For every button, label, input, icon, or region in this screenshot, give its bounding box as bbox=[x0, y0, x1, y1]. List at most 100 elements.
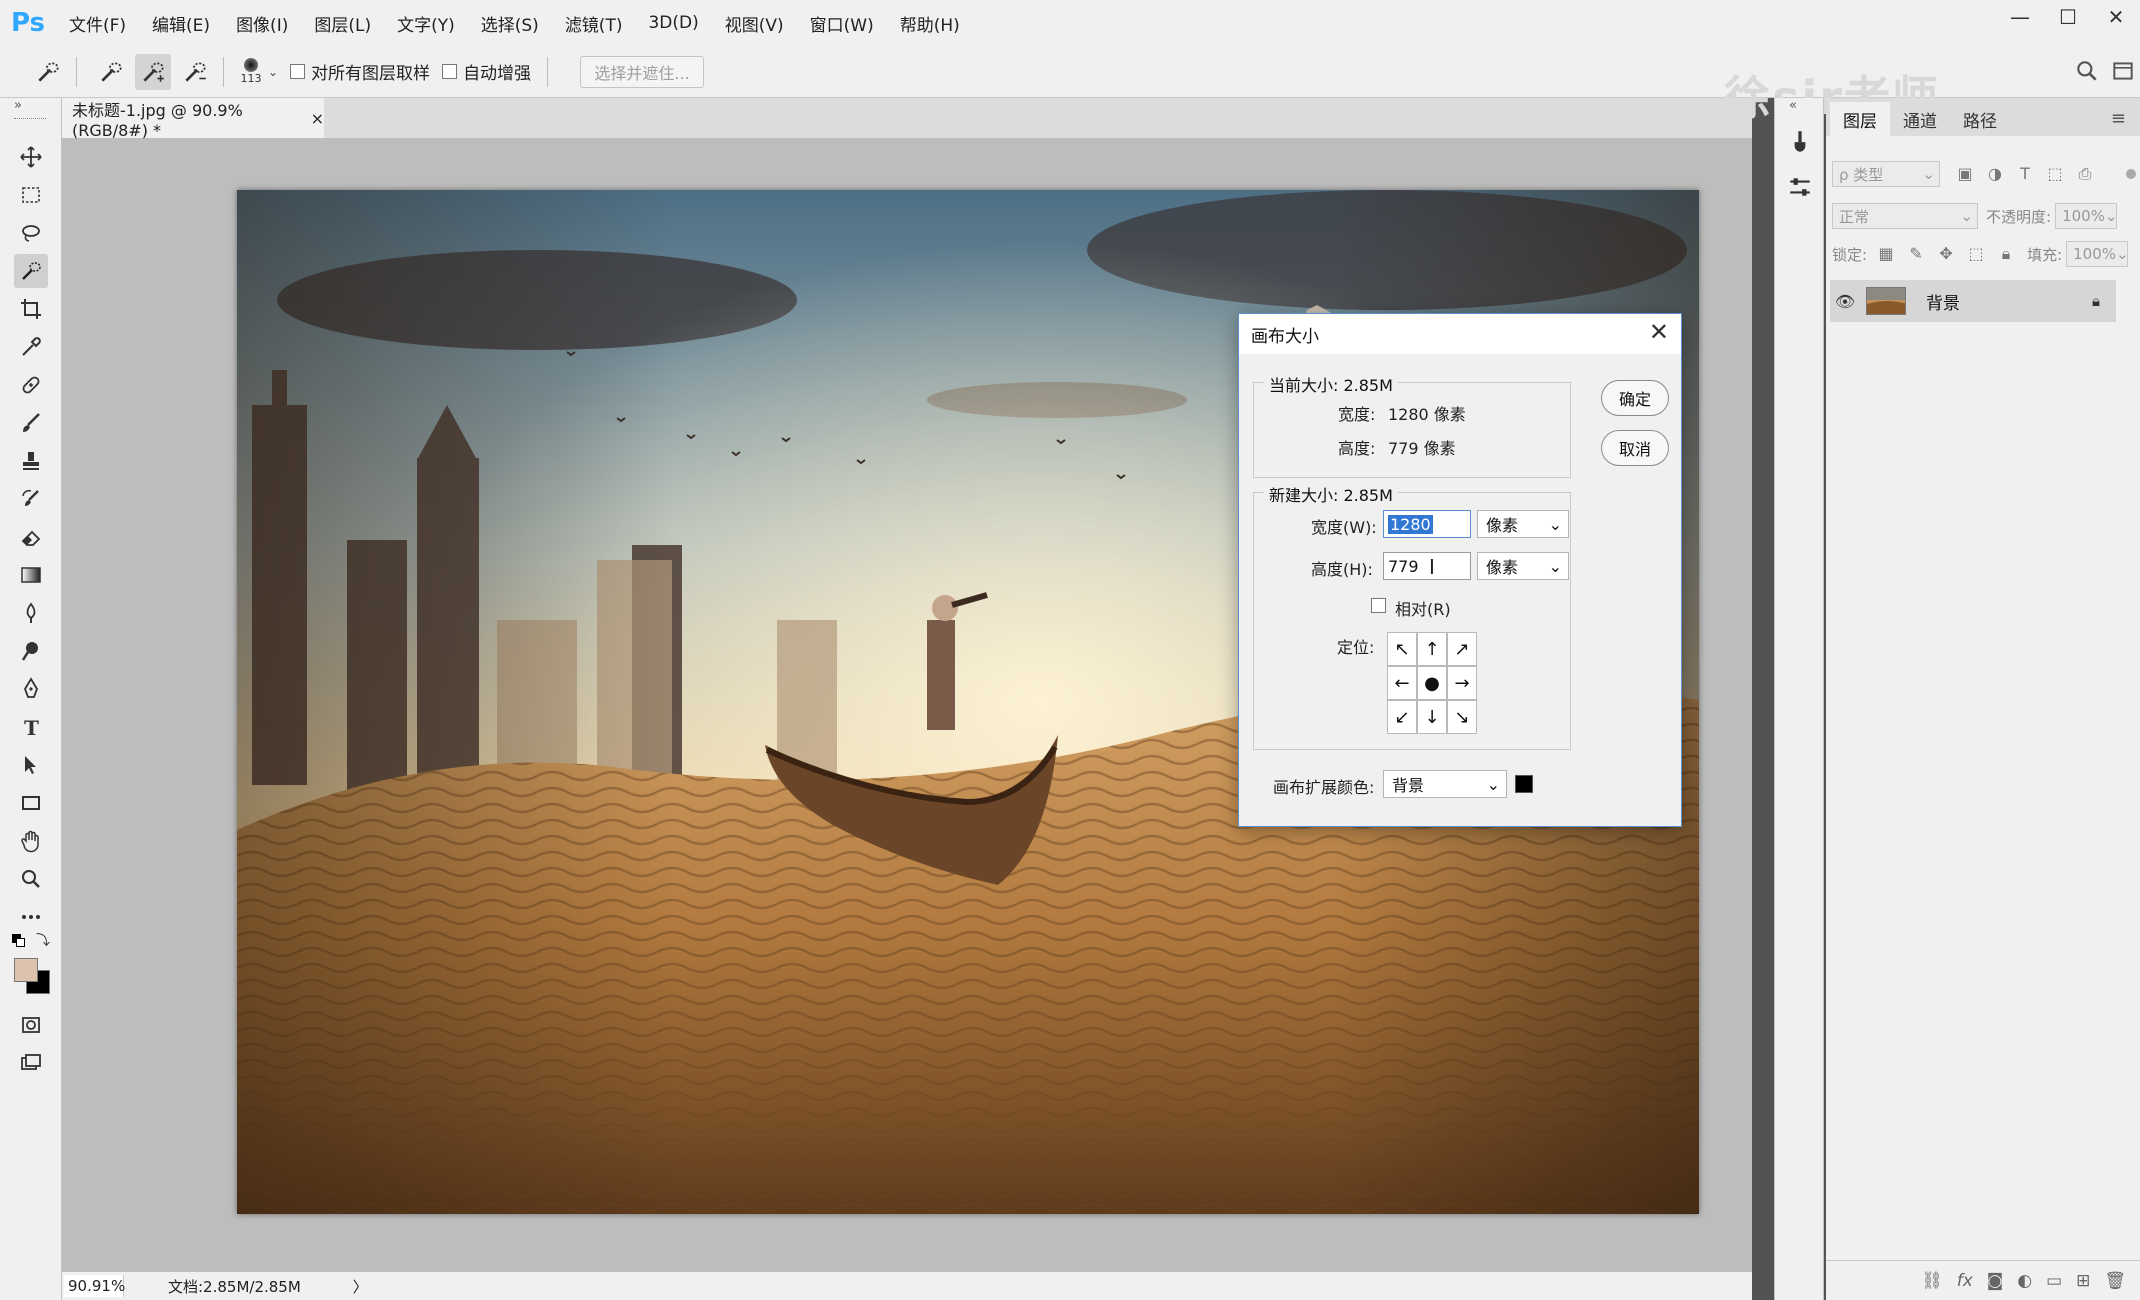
lock-artboard-icon[interactable]: ⬚ bbox=[1961, 244, 1991, 264]
anchor-center[interactable]: ● bbox=[1417, 666, 1447, 700]
anchor-bottom[interactable]: ↓ bbox=[1417, 700, 1447, 734]
tab-close-icon[interactable]: × bbox=[311, 109, 324, 128]
lasso-tool-icon[interactable] bbox=[14, 216, 48, 250]
link-layers-icon[interactable]: ⛓︎ bbox=[1921, 1271, 1943, 1291]
screen-mode-icon[interactable] bbox=[14, 1046, 48, 1080]
menu-help[interactable]: 帮助(H) bbox=[887, 0, 973, 46]
menu-image[interactable]: 图像(I) bbox=[223, 0, 301, 46]
close-icon[interactable]: ✕ bbox=[2092, 0, 2140, 34]
swap-colors-icon[interactable]: ⤵ bbox=[36, 930, 50, 950]
dialog-titlebar[interactable]: 画布大小 ✕ bbox=[1239, 314, 1681, 354]
menu-filter[interactable]: 滤镜(T) bbox=[552, 0, 636, 46]
anchor-right[interactable]: → bbox=[1447, 666, 1477, 700]
status-menu-arrow[interactable]: 〉 bbox=[353, 1276, 368, 1297]
blur-tool-icon[interactable] bbox=[14, 596, 48, 630]
toolbar-collapse-icon[interactable]: » bbox=[14, 98, 22, 113]
foreground-color-swatch[interactable] bbox=[14, 958, 38, 982]
fill-field[interactable]: 100% ⌄ bbox=[2066, 241, 2129, 267]
type-filter-icon[interactable]: T bbox=[2010, 164, 2040, 184]
workspace-icon[interactable] bbox=[2110, 58, 2136, 84]
tab-channels[interactable]: 通道 bbox=[1890, 102, 1950, 136]
quick-mask-icon[interactable] bbox=[14, 1008, 48, 1042]
new-layer-icon[interactable]: ⊞ bbox=[2076, 1271, 2090, 1291]
add-mask-icon[interactable]: ◙ bbox=[1987, 1271, 2004, 1291]
dodge-tool-icon[interactable] bbox=[14, 634, 48, 668]
zoom-tool-icon[interactable] bbox=[14, 862, 48, 896]
healing-brush-tool-icon[interactable] bbox=[14, 368, 48, 402]
blend-mode-select[interactable]: 正常 ⌄ bbox=[1832, 203, 1978, 229]
menu-layer[interactable]: 图层(L) bbox=[301, 0, 384, 46]
filter-toggle-icon[interactable] bbox=[2126, 169, 2136, 179]
menu-window[interactable]: 窗口(W) bbox=[797, 0, 887, 46]
search-icon[interactable] bbox=[2074, 58, 2100, 84]
ok-button[interactable]: 确定 bbox=[1601, 380, 1669, 416]
anchor-top-left[interactable]: ↖ bbox=[1387, 632, 1417, 666]
maximize-icon[interactable]: ☐ bbox=[2044, 0, 2092, 34]
sample-all-layers-checkbox[interactable]: 对所有图层取样 bbox=[290, 59, 430, 84]
checkbox-box[interactable] bbox=[442, 64, 458, 79]
anchor-top[interactable]: ↑ bbox=[1417, 632, 1447, 666]
crop-tool-icon[interactable] bbox=[14, 292, 48, 326]
relative-label[interactable]: 相对(R) bbox=[1395, 596, 1451, 620]
quick-selection-preset-icon[interactable] bbox=[30, 54, 66, 90]
brush-tool-icon[interactable] bbox=[14, 406, 48, 440]
document-tab[interactable]: 未标题-1.jpg @ 90.9%(RGB/8#) * × bbox=[62, 98, 324, 140]
anchor-bottom-left[interactable]: ↙ bbox=[1387, 700, 1417, 734]
panel-menu-icon[interactable]: ≡ bbox=[2111, 108, 2126, 129]
adjustments-icon[interactable] bbox=[1787, 174, 1813, 200]
layer-filter-select[interactable]: ρ 类型 ⌄ bbox=[1832, 161, 1940, 187]
select-and-mask-button[interactable]: 选择并遮住... bbox=[580, 55, 705, 88]
anchor-bottom-right[interactable]: ↘ bbox=[1447, 700, 1477, 734]
tab-layers[interactable]: 图层 bbox=[1830, 102, 1890, 136]
new-selection-icon[interactable] bbox=[93, 54, 129, 90]
eraser-tool-icon[interactable] bbox=[14, 520, 48, 554]
layer-name[interactable]: 背景 bbox=[1926, 289, 1960, 314]
shape-filter-icon[interactable]: ⬚ bbox=[2040, 164, 2070, 184]
subtract-from-selection-icon[interactable] bbox=[177, 54, 213, 90]
layer-style-icon[interactable]: fx bbox=[1957, 1271, 1973, 1291]
eyedropper-tool-icon[interactable] bbox=[14, 330, 48, 364]
opacity-field[interactable]: 100% ⌄ bbox=[2055, 203, 2118, 229]
quick-selection-tool-icon[interactable] bbox=[14, 254, 48, 288]
history-brush-tool-icon[interactable] bbox=[14, 482, 48, 516]
gradient-tool-icon[interactable] bbox=[14, 558, 48, 592]
menu-view[interactable]: 视图(V) bbox=[712, 0, 797, 46]
menu-type[interactable]: 文字(Y) bbox=[384, 0, 468, 46]
lock-pixels-icon[interactable]: ✎ bbox=[1901, 244, 1931, 264]
menu-select[interactable]: 选择(S) bbox=[468, 0, 552, 46]
dialog-close-icon[interactable]: ✕ bbox=[1649, 318, 1669, 346]
cancel-button[interactable]: 取消 bbox=[1601, 430, 1669, 466]
eye-icon[interactable]: 👁︎ bbox=[1830, 292, 1860, 311]
menu-file[interactable]: 文件(F) bbox=[56, 0, 139, 46]
extension-color-swatch[interactable] bbox=[1515, 775, 1533, 793]
adjustment-filter-icon[interactable]: ◑ bbox=[1980, 164, 2010, 184]
anchor-left[interactable]: ← bbox=[1387, 666, 1417, 700]
brush-presets-icon[interactable] bbox=[1787, 128, 1813, 154]
hand-tool-icon[interactable] bbox=[14, 824, 48, 858]
brush-size-picker[interactable]: 113 bbox=[234, 58, 268, 85]
clone-stamp-tool-icon[interactable] bbox=[14, 444, 48, 478]
default-colors-icon[interactable] bbox=[12, 934, 26, 948]
width-input[interactable]: 1280 bbox=[1383, 510, 1471, 538]
dock-collapse-icon[interactable]: « bbox=[1789, 98, 1797, 113]
height-input[interactable]: 779 bbox=[1383, 552, 1471, 580]
menu-3d[interactable]: 3D(D) bbox=[635, 0, 711, 46]
checkbox-box[interactable] bbox=[290, 64, 306, 79]
layer-row[interactable]: 👁︎ 背景 🔒︎ bbox=[1830, 280, 2116, 322]
chevron-down-icon[interactable]: ⌄ bbox=[268, 65, 278, 79]
height-unit-select[interactable]: 像素 ⌄ bbox=[1477, 552, 1569, 580]
pixel-filter-icon[interactable]: ▣ bbox=[1950, 164, 1980, 184]
marquee-tool-icon[interactable] bbox=[14, 178, 48, 212]
menu-edit[interactable]: 编辑(E) bbox=[139, 0, 223, 46]
extension-color-select[interactable]: 背景 ⌄ bbox=[1383, 770, 1507, 798]
more-tools-icon[interactable] bbox=[14, 900, 48, 934]
move-tool-icon[interactable] bbox=[14, 140, 48, 174]
width-unit-select[interactable]: 像素 ⌄ bbox=[1477, 510, 1569, 538]
toolbar-grip[interactable] bbox=[14, 118, 46, 121]
auto-enhance-checkbox[interactable]: 自动增强 bbox=[442, 59, 531, 84]
path-selection-tool-icon[interactable] bbox=[14, 748, 48, 782]
delete-layer-icon[interactable]: 🗑︎ bbox=[2104, 1271, 2126, 1291]
zoom-level-field[interactable]: 90.91% bbox=[64, 1275, 125, 1297]
anchor-top-right[interactable]: ↗ bbox=[1447, 632, 1477, 666]
lock-all-icon[interactable]: 🔒︎ bbox=[1991, 244, 2021, 264]
